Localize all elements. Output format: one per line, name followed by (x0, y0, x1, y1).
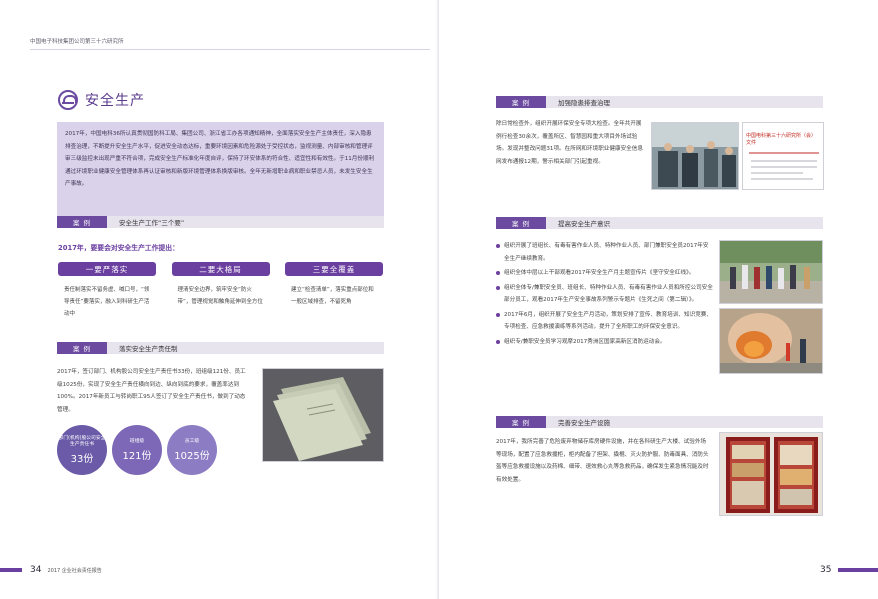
awareness-list: 组织开展了班组长、有毒有害作业人员、特种作业人员、部门兼职安全员2017年安全生… (496, 240, 714, 350)
stat-value: 1025份 (174, 450, 210, 462)
documents-illustration (263, 369, 383, 461)
case-tag: 案 例 (496, 217, 546, 229)
requirement-label: 三要全覆盖 (285, 262, 383, 276)
case-tag: 案 例 (57, 216, 107, 228)
list-item: 组织全体中层以上干部观看2017年安全生产月主题宣传片《坚守安全红线》。 (496, 267, 714, 280)
responsibility-text: 2017年，签订部门、机构股公司安全生产责任书33份，班组级121份、员工级10… (57, 369, 246, 413)
documents-photo (262, 368, 384, 462)
case-title: 提高安全生产意识 (546, 217, 823, 229)
list-item: 组织专/兼职安全员学习观摩2017秀洲区国家高新区消防运动会。 (496, 336, 714, 349)
fire-drill-photo (719, 308, 823, 374)
page-number-right: 35 (820, 565, 832, 575)
requirement-desc: 责任制落实不留务虚、喊口号，“领导责任”要落实，融入到科研生产活动中 (64, 287, 150, 317)
notice-banner: 中国电科第三十六研究所（会）文件 (746, 133, 817, 146)
requirement-2: 二要大格局 理清安全边界，筑牢安全“防火带”，管理视觉和触角延伸到全方位 (171, 262, 270, 320)
requirement-3: 三要全覆盖 建立“检查清单”，落实重点部位和一般区域排查，不留死角 (285, 262, 383, 320)
footer-left: 34 2017 企业社会责任报告 (30, 565, 102, 575)
training-illustration (720, 241, 822, 303)
sub-heading: 2017年，要要会对安全生产工作提出： (58, 244, 179, 252)
footer-accent-bar (0, 568, 22, 572)
section-title-text: 安全生产 (85, 93, 145, 109)
footer-accent-bar-right (838, 568, 878, 572)
stat-circle: 部门(机构)股公司安全生产责任书 33份 (57, 425, 107, 475)
case-bar-awareness: 案 例 提高安全生产意识 (496, 217, 823, 229)
case-title: 完善安全生产设施 (546, 416, 823, 428)
list-item: 组织全体专/兼职安全员、班组长、特种作业人员、有毒有害作业人员和所控公司安全部分… (496, 282, 714, 307)
footer-text: 2017 企业社会责任报告 (47, 568, 102, 574)
header-rule (30, 49, 430, 50)
case-tag: 案 例 (57, 342, 107, 354)
requirement-label: 二要大格局 (171, 262, 270, 276)
inspection-illustration (652, 123, 738, 189)
facilities-text: 2017年，我所完善了危险废弃物储存库房硬件设施，并在各科研生产大楼、试验外场等… (496, 439, 709, 483)
list-item: 2017年6月，组织开展了安全生产月活动，策划安排了宣传、教育培训、知识竞赛、专… (496, 309, 714, 334)
inspection-photo (651, 122, 739, 190)
stat-value: 121份 (122, 450, 152, 462)
case-tag: 案 例 (496, 416, 546, 428)
right-page: 案 例 加强隐患排查治理 除日常检查外，组织开展环保安全专项大检查。全年共开展例… (439, 0, 878, 599)
case-bar-three: 案 例 安全生产工作“三个要” (57, 216, 384, 228)
hazard-text: 除日常检查外，组织开展环保安全专项大检查。全年共开展例行检查30余次，覆盖所区、… (496, 121, 643, 165)
helmet-icon (58, 90, 78, 110)
stat-value: 33份 (70, 453, 94, 465)
stat-label: 员工级 (184, 438, 200, 444)
case-bar-hazard: 案 例 加强隐患排查治理 (496, 96, 823, 108)
requirement-desc: 建立“检查清单”，落实重点部位和一般区域排查，不留死角 (291, 287, 374, 305)
case-tag: 案 例 (496, 96, 546, 108)
fire-drill-illustration (720, 309, 822, 373)
notice-document-photo: 中国电科第三十六研究所（会）文件 (742, 122, 824, 190)
cabinet-illustration (720, 433, 822, 515)
requirement-desc: 理清安全边界，筑牢安全“防火带”，管理视觉和触角延伸到全方位 (177, 287, 263, 305)
case-bar-facilities: 案 例 完善安全生产设施 (496, 416, 823, 428)
three-requirements: 一要严落实 责任制落实不留务虚、喊口号，“领导责任”要落实，融入到科研生产活动中… (58, 262, 383, 320)
stat-circle: 班组级 121份 (112, 425, 162, 475)
requirement-label: 一要严落实 (58, 262, 156, 276)
list-item: 组织开展了班组长、有毒有害作业人员、特种作业人员、部门兼职安全员2017年安全生… (496, 240, 714, 265)
stat-circle: 员工级 1025份 (167, 425, 217, 475)
emergency-cabinet-photo (719, 432, 823, 516)
section-title: 安全生产 (58, 90, 145, 110)
stat-label: 班组级 (129, 438, 145, 444)
case-title: 加强隐患排查治理 (546, 96, 823, 108)
case-title: 安全生产工作“三个要” (107, 216, 384, 228)
intro-box: 2017年，中国电科36所认真贯彻国防科工局、集团公司、浙江省工办各项通知精神，… (57, 122, 384, 225)
training-photo (719, 240, 823, 304)
header-org: 中国电子科技集团公司第三十六研究所 (30, 39, 124, 45)
case-title: 落实安全生产责任制 (107, 342, 384, 354)
requirement-1: 一要严落实 责任制落实不留务虚、喊口号，“领导责任”要落实，融入到科研生产活动中 (58, 262, 156, 320)
left-page: 中国电子科技集团公司第三十六研究所 安全生产 2017年，中国电科36所认真贯彻… (0, 0, 439, 599)
document-lines (749, 152, 819, 180)
case-bar-responsibility: 案 例 落实安全生产责任制 (57, 342, 384, 354)
page-number: 34 (30, 565, 42, 575)
responsibility-stats: 部门(机构)股公司安全生产责任书 33份 班组级 121份 员工级 1025份 (57, 425, 217, 475)
stat-label: 部门(机构)股公司安全生产责任书 (58, 435, 106, 447)
